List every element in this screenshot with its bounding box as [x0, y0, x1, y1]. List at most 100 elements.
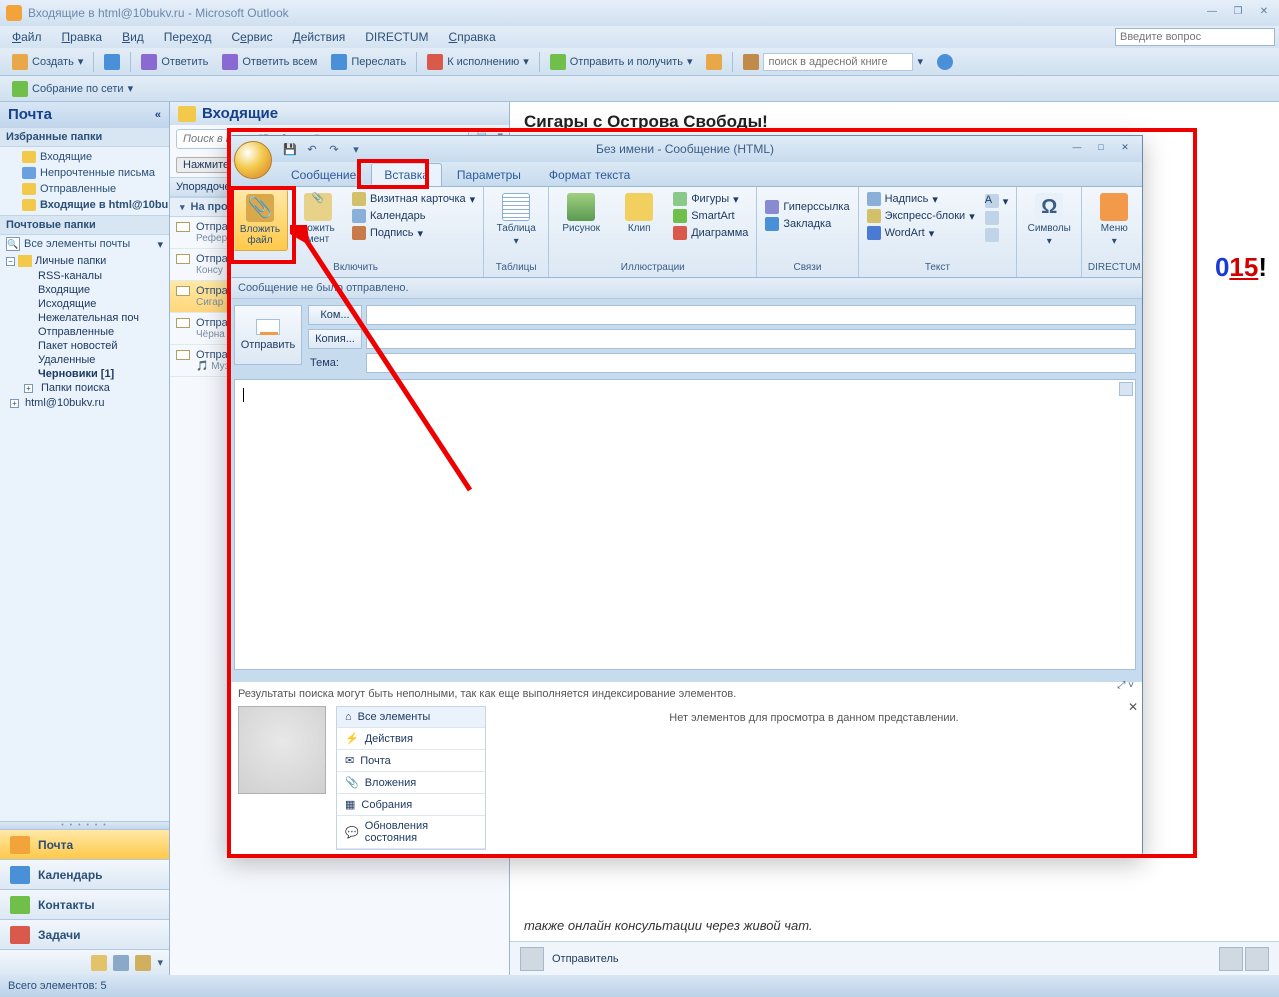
- tree-account[interactable]: +html@10bukv.ru: [0, 395, 169, 411]
- compose-minimize-button[interactable]: —: [1066, 142, 1088, 156]
- qa-redo-icon[interactable]: ↷: [324, 139, 344, 159]
- table-button[interactable]: Таблица ▾: [488, 189, 544, 251]
- sync-button[interactable]: [700, 52, 728, 72]
- help-button[interactable]: [931, 52, 959, 72]
- wordart-button[interactable]: WordArt ▾: [863, 225, 979, 241]
- tree-sent[interactable]: Отправленные: [0, 325, 169, 339]
- menu-service[interactable]: Сервис: [223, 28, 280, 46]
- smartart-button[interactable]: SmartArt: [669, 208, 752, 224]
- signature-button[interactable]: Подпись ▾: [348, 225, 479, 241]
- bookmark-button[interactable]: Закладка: [761, 216, 853, 232]
- close-notice-icon[interactable]: ✕: [1128, 700, 1138, 714]
- tree-personal-folders[interactable]: −Личные папки: [0, 253, 169, 269]
- people-tab-attachments[interactable]: 📎Вложения: [337, 772, 485, 794]
- fav-sent[interactable]: Отправленные: [0, 181, 169, 197]
- close-button[interactable]: ✕: [1255, 6, 1273, 20]
- tree-drafts[interactable]: Черновики [1]: [0, 367, 169, 381]
- chart-button[interactable]: Диаграмма: [669, 225, 752, 241]
- collapse-nav-icon[interactable]: «: [155, 109, 161, 121]
- nav-folders-icon[interactable]: [113, 955, 129, 971]
- reply-all-button[interactable]: Ответить всем: [216, 52, 323, 72]
- tab-insert[interactable]: Вставка: [371, 163, 442, 186]
- people-icon[interactable]: [1245, 947, 1269, 971]
- print-button[interactable]: [98, 52, 126, 72]
- tree-inbox[interactable]: Входящие: [0, 283, 169, 297]
- to-input[interactable]: [366, 305, 1136, 325]
- nav-configure-icon[interactable]: ▾: [157, 956, 163, 969]
- dropcap-button[interactable]: A▾: [981, 193, 1013, 209]
- people-tab-all[interactable]: ⌂Все элементы: [337, 707, 485, 728]
- tab-params[interactable]: Параметры: [444, 163, 534, 186]
- people-tab-mail[interactable]: ✉Почта: [337, 750, 485, 772]
- compose-close-button[interactable]: ✕: [1114, 142, 1136, 156]
- tree-news[interactable]: Пакет новостей: [0, 339, 169, 353]
- forward-button[interactable]: Переслать: [325, 52, 412, 72]
- question-input[interactable]: [1115, 28, 1275, 46]
- picture-button[interactable]: Рисунок: [553, 189, 609, 238]
- attach-item-button[interactable]: 📎ложить мент: [290, 189, 346, 249]
- nav-contacts[interactable]: Контакты: [0, 889, 169, 919]
- people-tab-actions[interactable]: ⚡Действия: [337, 728, 485, 750]
- to-button[interactable]: Ком...: [308, 305, 362, 325]
- all-mail-items[interactable]: 🔍Все элементы почты▾: [0, 235, 169, 253]
- bizcard-button[interactable]: Визитная карточка ▾: [348, 191, 479, 207]
- reply-button[interactable]: Ответить: [135, 52, 214, 72]
- nav-shortcuts-icon[interactable]: [135, 955, 151, 971]
- address-book-button[interactable]: ▾: [737, 51, 929, 73]
- fav-account-inbox[interactable]: Входящие в html@10buk: [0, 197, 169, 213]
- menu-edit[interactable]: Правка: [54, 28, 111, 46]
- symbols-button[interactable]: ΩСимволы ▾: [1021, 189, 1077, 251]
- nav-splitter[interactable]: • • • • • •: [0, 821, 169, 829]
- office-button[interactable]: [234, 141, 272, 179]
- subject-input[interactable]: [366, 353, 1136, 373]
- tree-search-folders[interactable]: +Папки поиска: [0, 381, 169, 395]
- qa-more-icon[interactable]: ▾: [346, 139, 366, 159]
- shapes-button[interactable]: Фигуры ▾: [669, 191, 752, 207]
- fav-unread[interactable]: Непрочтенные письма: [0, 165, 169, 181]
- followup-button[interactable]: К исполнению ▾: [421, 52, 535, 72]
- compose-maximize-button[interactable]: □: [1090, 142, 1112, 156]
- menu-go[interactable]: Переход: [156, 28, 220, 46]
- quickparts-button[interactable]: Экспресс-блоки ▾: [863, 208, 979, 224]
- clip-button[interactable]: Клип: [611, 189, 667, 238]
- tab-format[interactable]: Формат текста: [536, 163, 643, 186]
- create-button[interactable]: Создать ▾: [6, 52, 89, 72]
- tree-outbox[interactable]: Исходящие: [0, 297, 169, 311]
- send-button[interactable]: Отправить: [234, 305, 302, 365]
- expand-people-pane-icon[interactable]: ⤢ ˅: [1117, 680, 1134, 691]
- menu-actions[interactable]: Действия: [285, 28, 354, 46]
- address-search-input[interactable]: [763, 53, 913, 71]
- minimize-button[interactable]: —: [1203, 6, 1221, 20]
- nav-tasks[interactable]: Задачи: [0, 919, 169, 949]
- compose-body-editor[interactable]: [234, 379, 1136, 670]
- menu-view[interactable]: Вид: [114, 28, 152, 46]
- netmeeting-button[interactable]: Собрание по сети ▾: [6, 79, 139, 99]
- fav-inbox[interactable]: Входящие: [0, 149, 169, 165]
- restore-button[interactable]: ❐: [1229, 6, 1247, 20]
- tree-rss[interactable]: RSS-каналы: [0, 269, 169, 283]
- cc-button[interactable]: Копия...: [308, 329, 362, 349]
- people-icon[interactable]: [1219, 947, 1243, 971]
- menu-help[interactable]: Справка: [441, 28, 504, 46]
- nav-notes-icon[interactable]: [91, 955, 107, 971]
- object-button[interactable]: [981, 227, 1013, 243]
- send-receive-button[interactable]: Отправить и получить ▾: [544, 52, 699, 72]
- cc-input[interactable]: [366, 329, 1136, 349]
- calendar-button[interactable]: Календарь: [348, 208, 479, 224]
- nav-mail[interactable]: Почта: [0, 829, 169, 859]
- textbox-button[interactable]: Надпись ▾: [863, 191, 979, 207]
- qa-save-icon[interactable]: 💾: [280, 139, 300, 159]
- datetime-button[interactable]: [981, 210, 1013, 226]
- qa-undo-icon[interactable]: ↶: [302, 139, 322, 159]
- menu-file[interactable]: Файл: [4, 28, 50, 46]
- menu-directum[interactable]: DIRECTUM: [357, 28, 436, 46]
- nav-calendar[interactable]: Календарь: [0, 859, 169, 889]
- attach-file-button[interactable]: Вложить файл: [232, 189, 288, 251]
- tree-junk[interactable]: Нежелательная поч: [0, 311, 169, 325]
- people-tab-status[interactable]: 💬Обновления состояния: [337, 816, 485, 849]
- tab-message[interactable]: Сообщение: [278, 163, 369, 186]
- people-tab-meetings[interactable]: ▦Собрания: [337, 794, 485, 816]
- tree-deleted[interactable]: Удаленные: [0, 353, 169, 367]
- directum-menu-button[interactable]: Меню ▾: [1086, 189, 1142, 251]
- hyperlink-button[interactable]: Гиперссылка: [761, 199, 853, 215]
